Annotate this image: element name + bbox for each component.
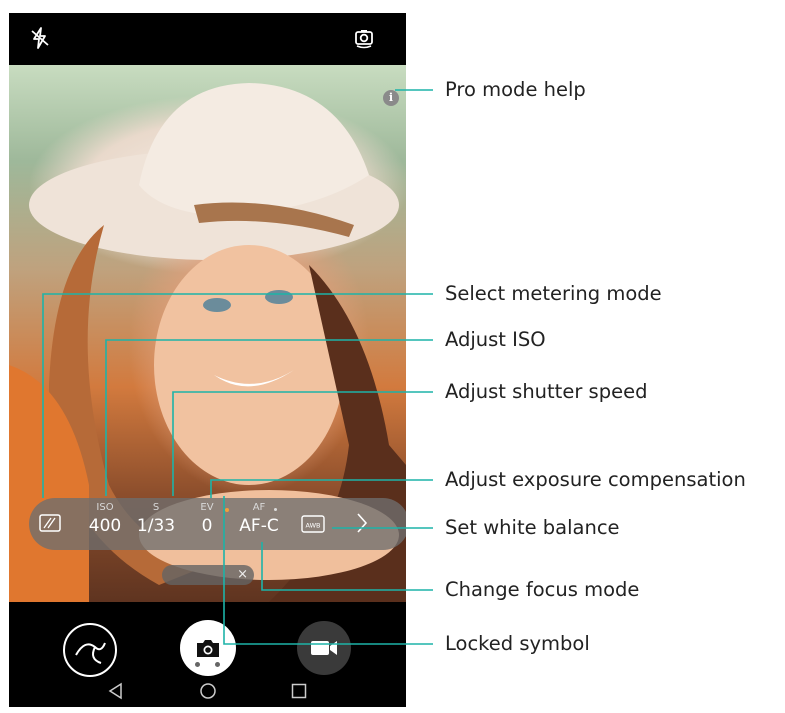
phone-screen: i ISO 400 S 1/33 EV 0 AF AF-C AWB × <box>9 13 406 707</box>
pro-mode-help-icon[interactable]: i <box>383 90 399 106</box>
close-icon[interactable]: × <box>237 567 248 582</box>
video-icon[interactable] <box>297 621 351 675</box>
annotation-adjust-shutter-speed: Adjust shutter speed <box>445 380 648 403</box>
ev-value: 0 <box>201 516 213 536</box>
camera-bottom-bar <box>9 602 406 707</box>
annotation-pro-mode-help: Pro mode help <box>445 78 586 101</box>
nav-back-icon[interactable] <box>107 682 125 700</box>
annotation-adjust-iso: Adjust ISO <box>445 328 546 351</box>
af-value: AF-C <box>239 516 279 536</box>
locked-symbol <box>225 508 229 512</box>
chevron-right-icon[interactable] <box>355 512 369 538</box>
ev-setting[interactable]: EV 0 <box>195 502 219 536</box>
camera-viewfinder[interactable]: i ISO 400 S 1/33 EV 0 AF AF-C AWB × <box>9 65 406 602</box>
annotation-adjust-exposure-compensation: Adjust exposure compensation <box>445 468 746 491</box>
page-dot-active <box>205 662 210 667</box>
gallery-icon[interactable] <box>63 623 117 677</box>
page-dot <box>195 662 200 667</box>
nav-home-icon[interactable] <box>199 682 217 700</box>
annotation-locked-symbol: Locked symbol <box>445 632 590 655</box>
shutter-label: S <box>152 502 160 513</box>
iso-setting[interactable]: ISO 400 <box>85 502 125 536</box>
annotation-set-white-balance: Set white balance <box>445 516 620 539</box>
mode-page-indicator <box>195 662 225 668</box>
annotation-change-focus-mode: Change focus mode <box>445 578 640 601</box>
pro-mode-settings-bar: ISO 400 S 1/33 EV 0 AF AF-C AWB <box>29 498 406 550</box>
annotation-select-metering-mode: Select metering mode <box>445 282 662 305</box>
awb-icon-text: AWB <box>306 522 321 530</box>
system-nav-bar <box>9 674 406 707</box>
page-dot <box>215 662 220 667</box>
metering-icon[interactable] <box>39 514 61 536</box>
shutter-setting[interactable]: S 1/33 <box>133 502 179 536</box>
awb-icon[interactable]: AWB <box>301 515 327 537</box>
shutter-value: 1/33 <box>136 516 176 536</box>
flash-off-icon[interactable] <box>23 21 57 55</box>
iso-value: 400 <box>88 516 122 536</box>
switch-camera-icon[interactable] <box>347 21 381 55</box>
ev-label: EV <box>200 502 214 513</box>
af-indicator-dot <box>274 508 277 511</box>
settings-drag-pill[interactable]: × <box>162 565 254 585</box>
nav-recents-icon[interactable] <box>290 682 308 700</box>
camera-top-bar <box>9 13 406 65</box>
iso-label: ISO <box>96 502 114 513</box>
